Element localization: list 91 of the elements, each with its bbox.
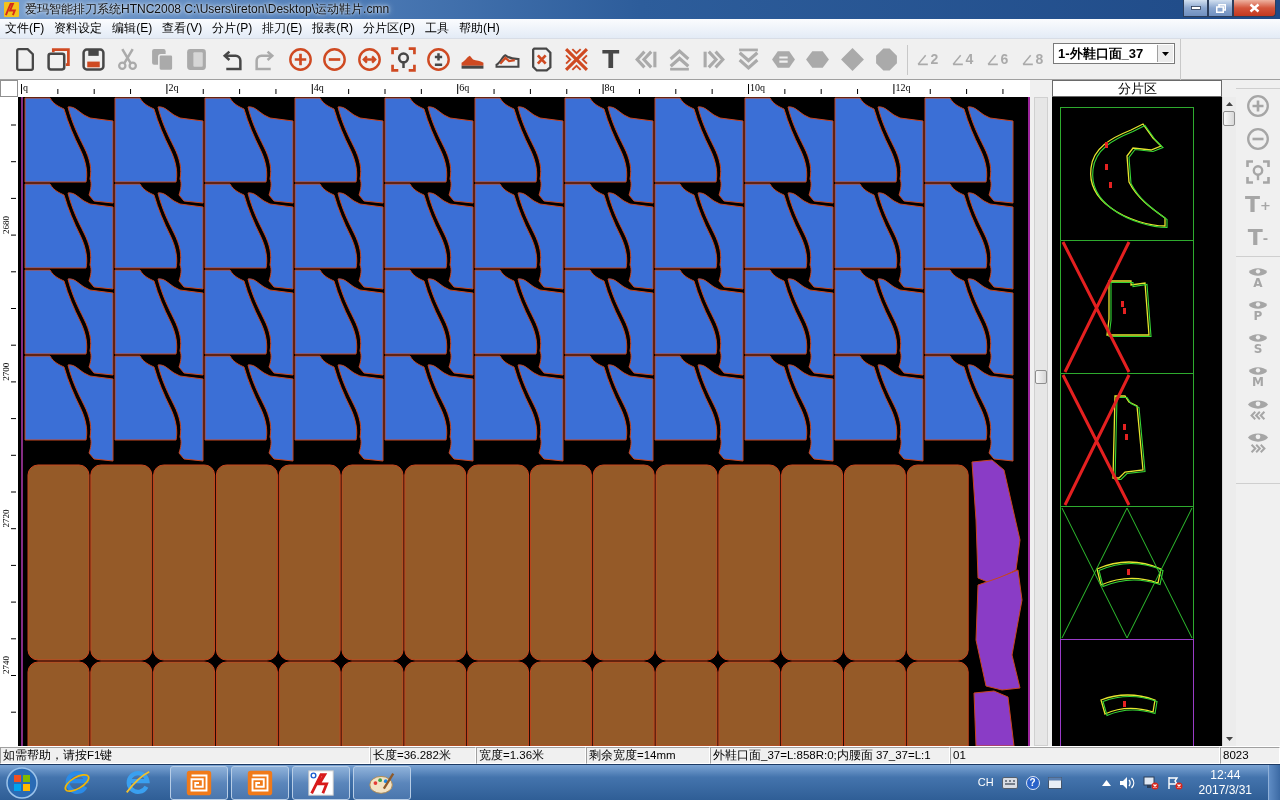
start-orb-icon (4, 764, 40, 800)
ruler-label: 2740 (1, 656, 12, 675)
eye-icon (1248, 332, 1268, 343)
menu-item[interactable]: 报表(R) (307, 19, 358, 38)
status-text: 宽度=1.36米 (479, 749, 545, 761)
ruler-label: q (23, 82, 28, 93)
menu-item[interactable]: 文件(F) (0, 19, 50, 38)
status-text: 长度=36.282米 (373, 749, 451, 761)
zoom-out-icon (322, 46, 348, 72)
piece-thumbnail[interactable] (1060, 107, 1194, 241)
speaker-icon[interactable] (1118, 775, 1135, 790)
zoom-target-icon (391, 46, 417, 72)
vertical-scrollbar[interactable] (1034, 97, 1048, 746)
ruler-label: 12q (895, 82, 911, 93)
close-icon (1249, 3, 1260, 13)
show-desktop-button[interactable] (1268, 765, 1280, 800)
fit-width-icon (356, 46, 382, 72)
tag-cross-icon (529, 46, 555, 72)
window-icon (46, 46, 72, 72)
zoom-out-icon (1246, 126, 1270, 151)
ruler-label: 2720 (1, 509, 12, 528)
status-text: 剩余宽度=14mm (589, 749, 676, 761)
keyboard-icon[interactable] (1001, 776, 1018, 789)
taskbar-app-button[interactable] (292, 765, 350, 800)
restore-icon (1215, 3, 1226, 13)
copy-icon (149, 46, 175, 72)
diamond-icon (839, 46, 865, 72)
eye-chevrons-icon (1247, 397, 1269, 422)
minimize-icon (1190, 6, 1201, 10)
show-hidden-icons-icon[interactable] (1101, 779, 1111, 786)
dropdown-arrow-icon (1162, 51, 1169, 56)
ruler-label: 8q (604, 82, 615, 93)
save-icon (80, 46, 106, 72)
menu-item[interactable]: 帮助(H) (454, 19, 505, 38)
vertical-scrollbar[interactable] (1222, 97, 1236, 746)
menu-item[interactable]: 查看(V) (157, 19, 208, 38)
menu-item[interactable]: 资料设定 (49, 19, 108, 38)
scroll-up-icon (1226, 102, 1233, 106)
cross-pattern-icon (563, 46, 589, 72)
ruler-label: 4q (313, 82, 324, 93)
window-icon[interactable] (1047, 776, 1062, 789)
menu-item[interactable]: 工具 (420, 19, 454, 38)
zoom-target-icon (1246, 159, 1270, 184)
menu-item[interactable]: 分片区(P) (358, 19, 420, 38)
zoom-in-icon (1246, 93, 1270, 118)
language-indicator[interactable]: CH (977, 775, 994, 790)
scroll-thumb[interactable] (1035, 370, 1047, 384)
taskbar-app-button[interactable] (231, 765, 289, 800)
clock-time[interactable]: 12:44 (1198, 767, 1252, 783)
panel-title: 分片区 (1052, 80, 1222, 97)
zoom-in-icon (287, 46, 313, 72)
ruler-label: 6q (459, 82, 470, 93)
network-icon[interactable] (1142, 775, 1159, 790)
piece-dropdown[interactable]: 1-外鞋口面_37 (1053, 43, 1175, 64)
text-tool-button[interactable]: T (593, 41, 628, 77)
pattern-piece-drawing (1106, 280, 1152, 338)
status-text: 如需帮助，请按F1键 (3, 749, 113, 761)
minimize-button[interactable] (1183, 0, 1208, 17)
app-logo-icon (306, 767, 336, 798)
taskbar-app-button[interactable] (353, 765, 411, 800)
eye-icon (1248, 299, 1268, 310)
piece-thumbnail[interactable] (1060, 373, 1194, 507)
menu-item[interactable]: 排刀(E) (257, 19, 308, 38)
clock-date[interactable]: 2017/3/31 (1198, 782, 1252, 798)
flag-icon[interactable] (1166, 775, 1183, 790)
pattern-piece-drawing (1096, 561, 1164, 588)
plus-minus-icon (425, 46, 451, 72)
scroll-thumb[interactable] (1223, 111, 1235, 126)
ruler-label: 2680 (1, 216, 12, 234)
ruler-label: 2700 (1, 362, 12, 381)
pattern-piece-drawing (1100, 694, 1158, 717)
octagon-icon (874, 46, 900, 72)
piece-thumbnail[interactable] (1060, 506, 1194, 640)
window-title: 爱玛智能排刀系统HTNC2008 C:\Users\ireton\Desktop\运动鞋片.cmn (24, 2, 390, 17)
eye-icon (1248, 266, 1268, 277)
app-logo-icon (4, 2, 19, 17)
status-text: 8023 (1223, 749, 1249, 761)
menu-item[interactable]: 分片(P) (207, 19, 258, 38)
status-text: 外鞋口面_37=L:858R:0;内腰面 37_37=L:1 (713, 749, 931, 761)
ruler-label: 2q (168, 82, 179, 93)
status-text: 01 (953, 749, 966, 761)
scroll-down-icon (1226, 737, 1233, 741)
menu-item[interactable]: 编辑(E) (107, 19, 158, 38)
piece-thumbnail[interactable] (1060, 240, 1194, 374)
eye-icon (1248, 365, 1268, 376)
eye-chevrons-icon (1247, 430, 1269, 455)
ruler-label: 10q (750, 82, 765, 93)
restore-button[interactable] (1208, 0, 1233, 17)
close-button[interactable] (1233, 0, 1276, 17)
taskbar-app-button[interactable] (170, 765, 228, 800)
help-icon[interactable]: ? (1025, 775, 1040, 790)
